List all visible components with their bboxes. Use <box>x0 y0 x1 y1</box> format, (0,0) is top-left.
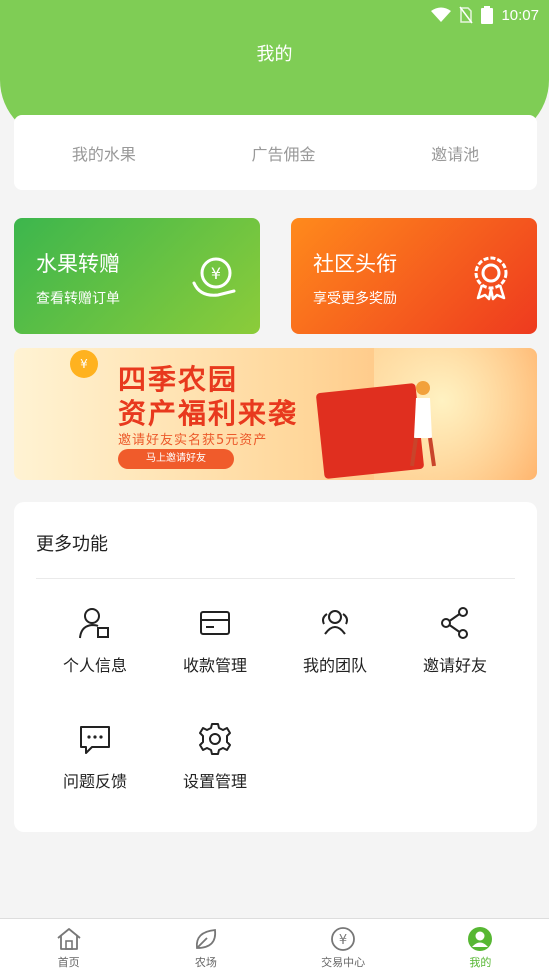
community-title-heading: 社区头衔 <box>313 252 397 276</box>
more-functions-title: 更多功能 <box>36 534 108 555</box>
settings-item[interactable]: 设置管理 <box>155 722 275 802</box>
wifi-icon <box>431 7 452 22</box>
tab-ad-commission[interactable]: 广告佣金 <box>251 141 315 165</box>
home-icon <box>57 928 81 950</box>
leaf-icon <box>195 929 216 949</box>
tab-farm[interactable]: 农场 <box>137 919 274 976</box>
no-sim-icon <box>459 6 474 24</box>
more-functions-panel: 更多功能 个人信息 收款管理 我的团队 邀请好友 问题反馈 设置管理 <box>14 502 537 832</box>
community-title-subtitle: 享受更多奖励 <box>313 291 397 307</box>
payment-management-label: 收款管理 <box>182 656 247 675</box>
tab-home-label: 首页 <box>57 956 80 969</box>
tab-trading-center[interactable]: ¥ 交易中心 <box>275 919 412 976</box>
divider <box>36 578 515 579</box>
tab-farm-label: 农场 <box>194 956 217 969</box>
invite-friends-item[interactable]: 邀请好友 <box>395 606 515 686</box>
profile-icon <box>468 927 493 951</box>
invite-friends-button[interactable]: 马上邀请好友 <box>118 449 234 469</box>
status-time: 10:07 <box>501 6 539 24</box>
tab-invite-pool[interactable]: 邀请池 <box>431 141 479 165</box>
fruit-gift-subtitle: 查看转赠订单 <box>36 291 120 307</box>
my-team-label: 我的团队 <box>302 656 367 675</box>
payment-management-item[interactable]: 收款管理 <box>155 606 275 686</box>
coin-icon: ¥ <box>70 350 98 378</box>
tab-home[interactable]: 首页 <box>0 919 137 976</box>
yen-hand-icon: ¥ <box>192 257 236 297</box>
tab-mine-label: 我的 <box>469 956 492 969</box>
status-bar: 10:07 <box>0 0 549 30</box>
page-title: 我的 <box>256 44 293 65</box>
svg-text:¥: ¥ <box>339 933 347 948</box>
person-illustration <box>410 381 436 467</box>
share-icon <box>441 607 468 639</box>
top-tabs: 我的水果 广告佣金 邀请池 <box>14 115 537 190</box>
feedback-item[interactable]: 问题反馈 <box>35 722 155 802</box>
tab-my-fruit[interactable]: 我的水果 <box>72 141 136 165</box>
banner-headline-2: 资产福利来袭 <box>118 397 299 430</box>
invite-banner[interactable]: ¥ 四季农园 资产福利来袭 邀请好友实名获5元资产 马上邀请好友 <box>14 348 537 480</box>
card-icon <box>200 611 230 635</box>
invite-friends-label: 邀请好友 <box>422 656 487 675</box>
personal-info-item[interactable]: 个人信息 <box>35 606 155 686</box>
banner-subtitle: 邀请好友实名获5元资产 <box>118 433 268 448</box>
svg-text:¥: ¥ <box>211 264 221 283</box>
bottom-tabbar: 首页 农场 ¥ 交易中心 我的 <box>0 918 549 976</box>
fruit-gift-title: 水果转赠 <box>36 252 120 276</box>
team-icon <box>322 610 348 635</box>
community-title-card[interactable]: 社区头衔 享受更多奖励 <box>291 218 537 334</box>
gear-icon <box>199 723 231 755</box>
battery-icon <box>481 6 494 24</box>
settings-label: 设置管理 <box>182 772 247 791</box>
tab-trading-center-label: 交易中心 <box>321 956 366 969</box>
feedback-icon <box>80 726 110 754</box>
feedback-label: 问题反馈 <box>62 772 127 791</box>
user-card-icon <box>79 608 109 639</box>
fruit-gift-card[interactable]: 水果转赠 查看转赠订单 ¥ <box>14 218 260 334</box>
yen-circle-icon: ¥ <box>331 927 356 951</box>
my-team-item[interactable]: 我的团队 <box>275 606 395 686</box>
badge-icon <box>474 256 508 301</box>
personal-info-label: 个人信息 <box>62 656 127 675</box>
tab-mine[interactable]: 我的 <box>412 919 549 976</box>
